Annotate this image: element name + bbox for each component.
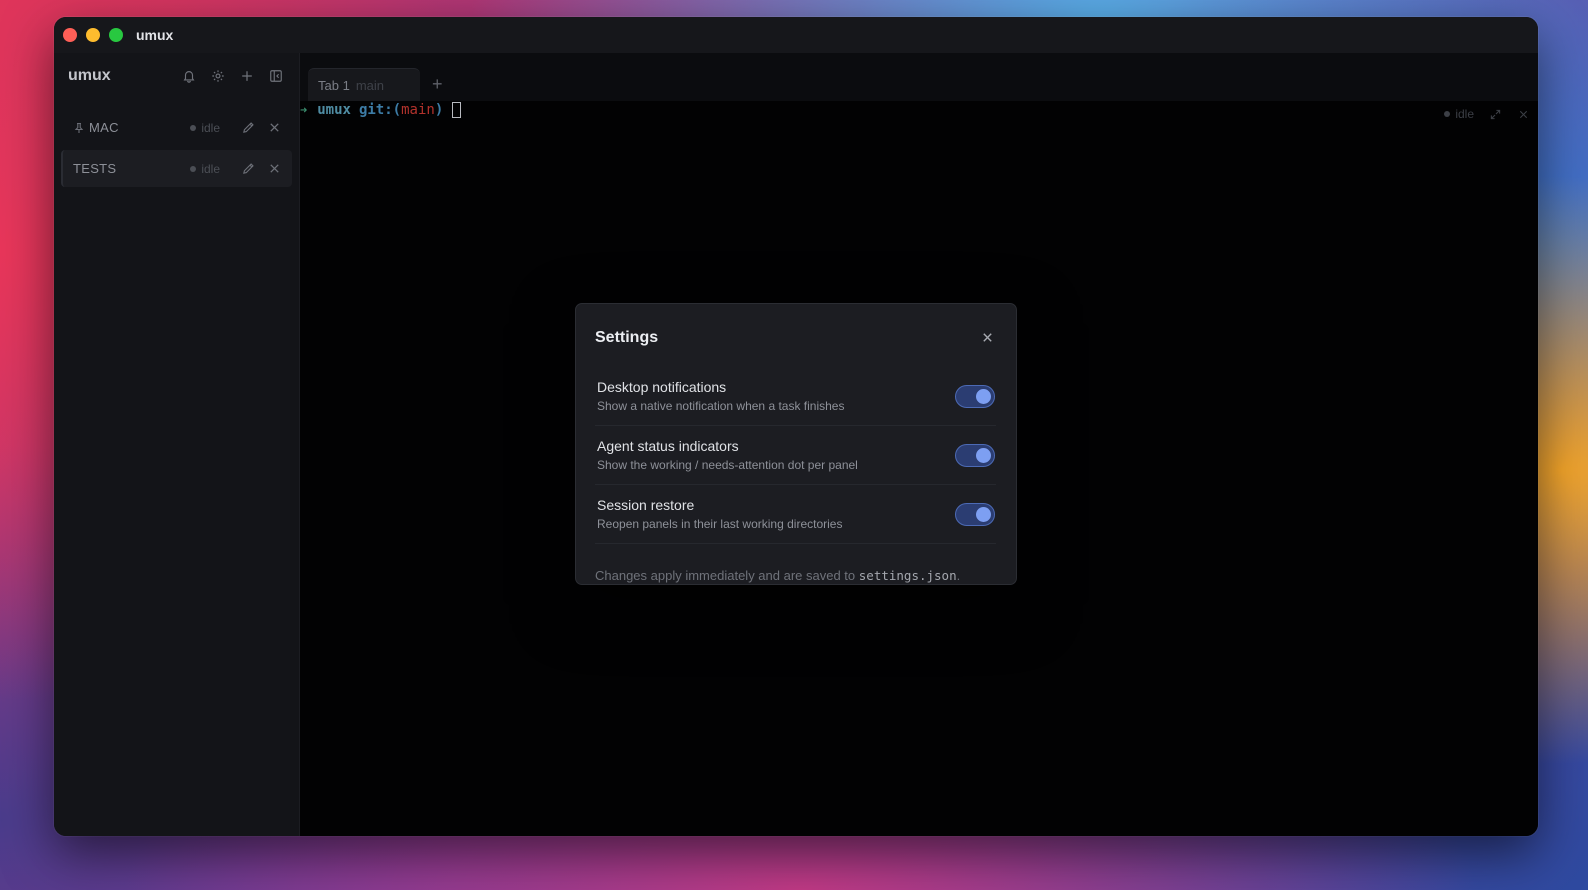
pane-status-text: idle bbox=[1455, 107, 1474, 121]
setting-description: Reopen panels in their last working dire… bbox=[597, 517, 843, 531]
edit-pencil-icon[interactable] bbox=[240, 161, 256, 177]
title-bar: umux bbox=[54, 17, 1538, 53]
add-tab-plus-icon[interactable]: + bbox=[432, 74, 443, 95]
agent-status-indicators-toggle[interactable] bbox=[955, 443, 995, 467]
setting-title: Session restore bbox=[597, 497, 695, 513]
workspace-name: TESTS bbox=[73, 161, 117, 176]
prompt-branch: main bbox=[401, 102, 435, 118]
toggle-knob bbox=[976, 506, 991, 522]
settings-file-name: settings.json bbox=[858, 568, 957, 583]
status-text: idle bbox=[201, 161, 220, 176]
setting-desktop-notifications: Desktop notifications Show a native noti… bbox=[595, 367, 996, 426]
toggle-knob bbox=[976, 447, 991, 463]
workspace-item-tests[interactable]: TESTS idle bbox=[61, 150, 292, 187]
workspace-name: MAC bbox=[89, 120, 119, 135]
minimize-window-button[interactable] bbox=[86, 28, 100, 42]
pin-icon bbox=[73, 122, 85, 134]
setting-text: Agent status indicators Show the working… bbox=[597, 438, 858, 472]
setting-agent-status-indicators: Agent status indicators Show the working… bbox=[595, 426, 996, 485]
status-text: idle bbox=[201, 120, 220, 135]
terminal-prompt: ➜ umux git:( main ) bbox=[300, 102, 462, 118]
status-dot bbox=[190, 124, 197, 131]
prompt-directory: umux bbox=[317, 102, 351, 118]
zoom-window-button[interactable] bbox=[109, 28, 123, 42]
brand-name: umux bbox=[68, 67, 111, 84]
workspace-name-wrap: TESTS bbox=[73, 161, 190, 176]
status-dot bbox=[190, 165, 197, 172]
close-window-button[interactable] bbox=[63, 28, 77, 42]
workspace-list: MAC idle TESTS idle bbox=[54, 99, 299, 201]
footer-text: Changes apply immediately and are saved … bbox=[595, 568, 859, 583]
prompt-git-prefix: git:( bbox=[358, 102, 402, 118]
toggle-knob bbox=[976, 388, 991, 404]
prompt-git-suffix: ) bbox=[434, 102, 444, 118]
sidebar-header: umux bbox=[54, 53, 299, 99]
gear-icon[interactable] bbox=[209, 67, 227, 85]
status-badge: idle bbox=[190, 121, 220, 135]
tab-label: Tab 1 bbox=[318, 77, 350, 93]
settings-title: Settings bbox=[595, 328, 659, 346]
session-restore-toggle[interactable] bbox=[955, 502, 995, 526]
status-badge: idle bbox=[190, 162, 220, 176]
pane-status-dot bbox=[1444, 111, 1451, 117]
prompt-arrow: ➜ bbox=[300, 103, 308, 117]
close-icon[interactable] bbox=[266, 161, 282, 177]
plus-icon[interactable] bbox=[238, 67, 256, 85]
close-icon[interactable] bbox=[266, 120, 282, 136]
close-pane-icon[interactable] bbox=[1516, 107, 1530, 121]
setting-description: Show the working / needs-attention dot p… bbox=[597, 458, 858, 472]
workspace-item-mac[interactable]: MAC idle bbox=[61, 109, 292, 146]
expand-icon[interactable] bbox=[1488, 107, 1502, 121]
window-title: umux bbox=[136, 27, 174, 43]
workspace-name-wrap: MAC bbox=[73, 120, 190, 135]
pane-controls: idle bbox=[1444, 107, 1530, 121]
terminal-cursor bbox=[452, 102, 462, 118]
settings-header: Settings bbox=[595, 304, 996, 367]
desktop-notifications-toggle[interactable] bbox=[955, 384, 995, 408]
sidebar: umux MAC idle TESTS idle bbox=[54, 53, 300, 836]
setting-session-restore: Session restore Reopen panels in their l… bbox=[595, 485, 996, 544]
setting-description: Show a native notification when a task f… bbox=[597, 399, 845, 413]
setting-title: Agent status indicators bbox=[597, 438, 739, 454]
tab-1[interactable]: Tab 1 main bbox=[308, 68, 420, 101]
settings-footer: Changes apply immediately and are saved … bbox=[595, 544, 996, 583]
setting-text: Desktop notifications Show a native noti… bbox=[597, 379, 844, 413]
tab-bar: Tab 1 main + bbox=[300, 53, 1538, 101]
settings-dialog: Settings Desktop notifications Show a na… bbox=[575, 303, 1017, 585]
close-icon[interactable] bbox=[978, 329, 996, 347]
setting-text: Session restore Reopen panels in their l… bbox=[597, 497, 842, 531]
bell-icon[interactable] bbox=[180, 67, 198, 85]
footer-period: . bbox=[956, 568, 961, 583]
setting-title: Desktop notifications bbox=[597, 379, 727, 395]
collapse-sidebar-icon[interactable] bbox=[267, 67, 285, 85]
edit-pencil-icon[interactable] bbox=[240, 120, 256, 136]
tab-branch: main bbox=[355, 77, 384, 93]
